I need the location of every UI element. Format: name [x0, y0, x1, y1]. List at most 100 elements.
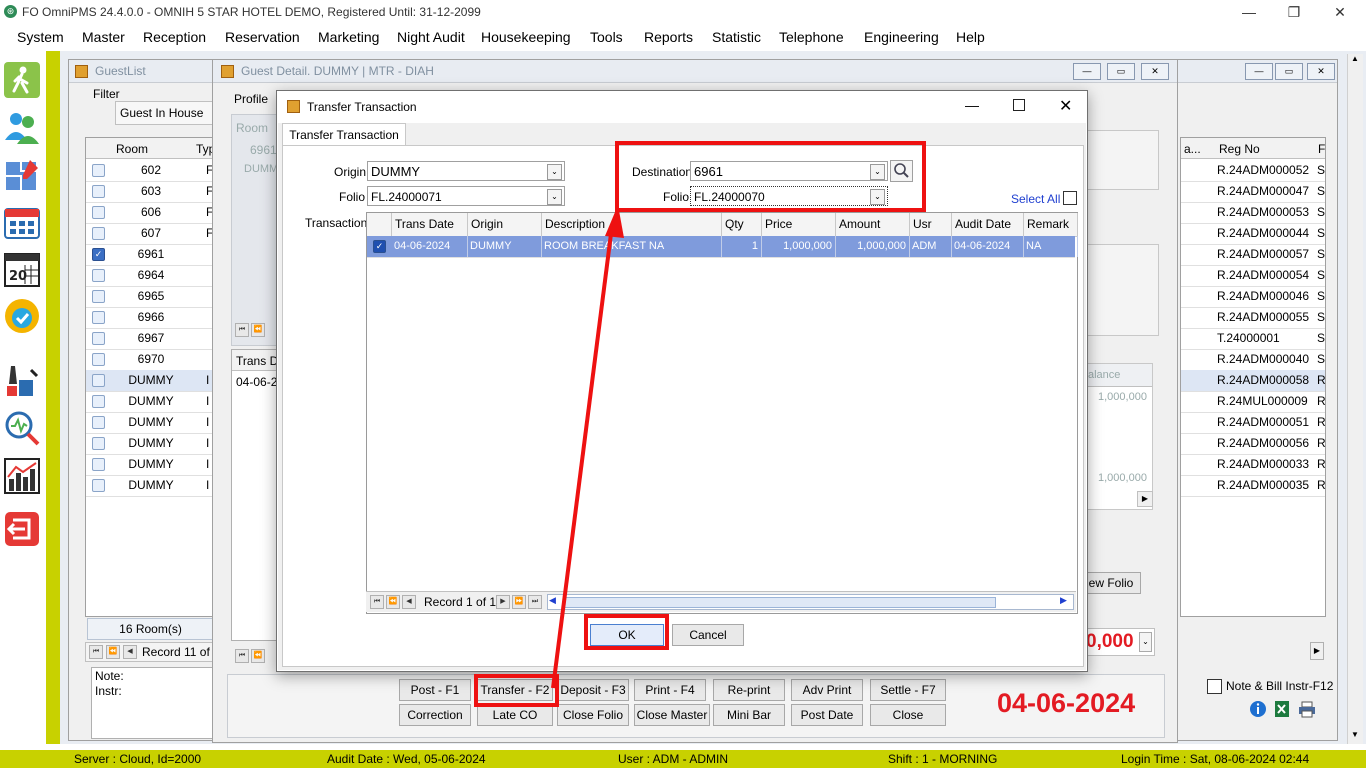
- col-header-origin[interactable]: Origin: [467, 213, 542, 236]
- search-analytics-icon[interactable]: [3, 409, 41, 447]
- origin-folio-select[interactable]: FL.24000071 ⌄: [367, 186, 565, 206]
- row-checkbox[interactable]: [92, 185, 105, 198]
- table-row[interactable]: DUMMY I: [86, 433, 216, 455]
- room-plan-icon[interactable]: [3, 157, 41, 195]
- row-checkbox[interactable]: [92, 353, 105, 366]
- exit-icon[interactable]: [3, 510, 41, 548]
- row-checkbox[interactable]: [92, 374, 105, 387]
- statistics-icon[interactable]: [3, 457, 41, 495]
- col-header-amount[interactable]: Amount: [835, 213, 910, 236]
- dlg-nav-next-page-icon[interactable]: ⏩: [512, 595, 526, 609]
- close-window-button[interactable]: ✕: [1325, 2, 1355, 22]
- table-row[interactable]: 6965: [86, 286, 216, 308]
- menu-marketing[interactable]: Marketing: [318, 29, 379, 45]
- row-checkbox[interactable]: [92, 395, 105, 408]
- col-header-remark[interactable]: Remark: [1023, 213, 1078, 236]
- row-checkbox[interactable]: [92, 458, 105, 471]
- info-icon[interactable]: [1249, 700, 1267, 718]
- detail-minimize-button[interactable]: —: [1073, 63, 1101, 80]
- transaction-row[interactable]: ✓ 04-06-2024 DUMMY ROOM BREAKFAST NA 1 1,000,…: [367, 236, 1078, 258]
- col-header-price[interactable]: Price: [761, 213, 836, 236]
- table-row[interactable]: R.24ADM000033 R: [1181, 454, 1326, 476]
- balance-scroll-right-icon[interactable]: ▶: [1137, 491, 1153, 507]
- guests-icon[interactable]: [3, 108, 41, 146]
- hscroll-thumb[interactable]: [564, 597, 996, 608]
- table-row[interactable]: DUMMY I: [86, 412, 216, 434]
- row-checkbox[interactable]: [92, 290, 105, 303]
- dlg-nav-next-icon[interactable]: ▶: [496, 595, 510, 609]
- menu-reservation[interactable]: Reservation: [225, 29, 300, 45]
- reprint-button[interactable]: Re-print: [713, 679, 785, 701]
- table-row[interactable]: 6966: [86, 307, 216, 329]
- detail-nav-prev-icon[interactable]: ⏪: [251, 323, 265, 337]
- origin-dropdown-icon[interactable]: ⌄: [547, 164, 562, 180]
- walk-in-icon[interactable]: [3, 61, 41, 99]
- calendar-grid-icon[interactable]: [3, 203, 41, 241]
- table-row[interactable]: R.24ADM000051 R: [1181, 412, 1326, 434]
- table-row[interactable]: R.24ADM000046 S: [1181, 286, 1325, 308]
- menu-night-audit[interactable]: Night Audit: [397, 29, 465, 45]
- correction-button[interactable]: Correction: [399, 704, 471, 726]
- availability-icon[interactable]: [3, 297, 41, 335]
- hscroll-left-icon[interactable]: ◀: [549, 595, 556, 606]
- menu-housekeeping[interactable]: Housekeeping: [481, 29, 571, 45]
- hscroll-right-icon[interactable]: ▶: [1060, 595, 1067, 606]
- table-row[interactable]: ✓ 6961: [86, 244, 216, 266]
- row-checkbox[interactable]: [92, 227, 105, 240]
- guestlist-restore-button[interactable]: ▭: [1275, 63, 1303, 80]
- row-checkbox[interactable]: [92, 479, 105, 492]
- row-checkbox[interactable]: [92, 269, 105, 282]
- adv-print-button[interactable]: Adv Print: [791, 679, 863, 701]
- table-row[interactable]: R.24ADM000054 S: [1181, 265, 1325, 287]
- tab-profile[interactable]: Profile: [234, 92, 268, 106]
- late-co-button[interactable]: Late CO: [477, 704, 553, 726]
- table-row[interactable]: R.24ADM000052 S: [1181, 160, 1325, 182]
- select-all-checkbox[interactable]: [1063, 191, 1077, 205]
- table-row[interactable]: R.24ADM000053 S: [1181, 202, 1325, 224]
- dlg-nav-first-icon[interactable]: ⏮: [370, 595, 384, 609]
- scroll-up-icon[interactable]: ▲: [1351, 54, 1359, 63]
- menu-tools[interactable]: Tools: [590, 29, 623, 45]
- printer-icon[interactable]: [1298, 700, 1316, 718]
- dlg-nav-prev-icon[interactable]: ◀: [402, 595, 416, 609]
- table-row[interactable]: R.24MUL000009 R: [1181, 391, 1326, 413]
- table-row[interactable]: DUMMY I: [86, 391, 216, 413]
- row-checkbox[interactable]: [92, 416, 105, 429]
- transaction-row-checkbox[interactable]: ✓: [373, 240, 386, 253]
- table-row[interactable]: DUMMY I: [86, 475, 216, 497]
- guestlist-minimize-button[interactable]: —: [1245, 63, 1273, 80]
- scroll-down-icon[interactable]: ▼: [1351, 730, 1359, 739]
- col-header-usr[interactable]: Usr: [909, 213, 952, 236]
- menu-statistic[interactable]: Statistic: [712, 29, 761, 45]
- guestlist-scrollbar[interactable]: ▲ ▼: [1347, 54, 1363, 744]
- post-button[interactable]: Post - F1: [399, 679, 471, 701]
- table-row[interactable]: 6967: [86, 328, 216, 350]
- dialog-minimize-button[interactable]: —: [965, 97, 979, 113]
- hscrollbar[interactable]: ◀ ▶: [547, 594, 1074, 610]
- menu-master[interactable]: Master: [82, 29, 125, 45]
- menu-reports[interactable]: Reports: [644, 29, 693, 45]
- dialog-maximize-button[interactable]: [1013, 99, 1025, 111]
- table-row[interactable]: 606 F: [86, 202, 216, 224]
- cancel-button[interactable]: Cancel: [672, 624, 744, 646]
- detail-restore-button[interactable]: ▭: [1107, 63, 1135, 80]
- table-row[interactable]: DUMMY I: [86, 454, 216, 476]
- excel-icon[interactable]: [1273, 700, 1291, 718]
- table-row[interactable]: 6970: [86, 349, 216, 371]
- table-row[interactable]: R.24ADM000047 S: [1181, 181, 1325, 203]
- nav-prev-page-icon[interactable]: ⏪: [106, 645, 120, 659]
- nav-prev-icon[interactable]: ◀: [123, 645, 137, 659]
- hscroll-right-icon[interactable]: ▶: [1310, 642, 1324, 660]
- menu-engineering[interactable]: Engineering: [864, 29, 939, 45]
- tab-transfer-transaction[interactable]: Transfer Transaction: [282, 123, 406, 146]
- menu-system[interactable]: System: [17, 29, 64, 45]
- select-all-label[interactable]: Select All: [1011, 192, 1060, 206]
- dialog-close-button[interactable]: ✕: [1059, 96, 1072, 116]
- detail-nav-bottom-first-icon[interactable]: ⏮: [235, 649, 249, 663]
- mini-bar-button[interactable]: Mini Bar: [713, 704, 785, 726]
- table-row[interactable]: 603 F: [86, 181, 216, 203]
- row-checkbox[interactable]: [92, 206, 105, 219]
- close-button[interactable]: Close: [870, 704, 946, 726]
- col-header-audit-date[interactable]: Audit Date: [951, 213, 1024, 236]
- new-folio-button[interactable]: ew Folio: [1081, 572, 1141, 594]
